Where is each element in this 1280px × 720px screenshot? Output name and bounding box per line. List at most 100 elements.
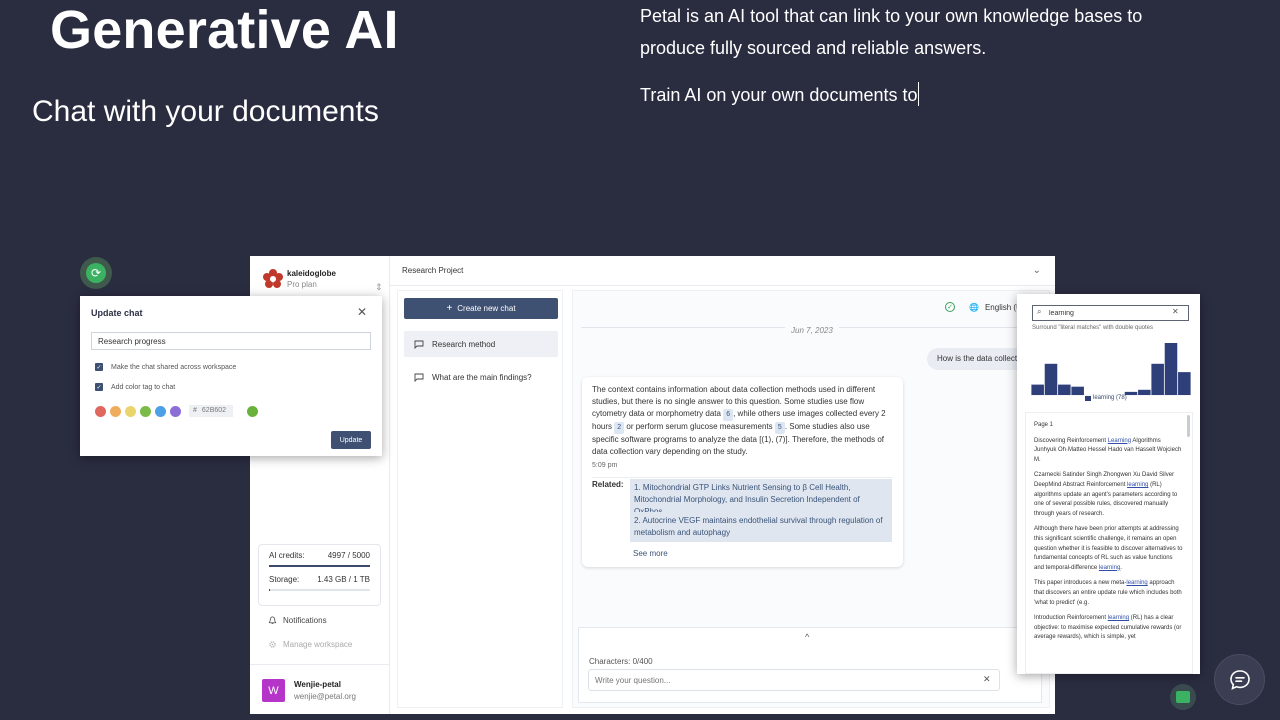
search-result[interactable]: Discovering Reinforcement Learning Algor… bbox=[1034, 437, 1184, 466]
compose-area: ^ Characters: 0/400 ✕ bbox=[578, 627, 1042, 703]
hero-description: Petal is an AI tool that can link to you… bbox=[640, 6, 1143, 58]
refresh-icon: ⟳ bbox=[86, 263, 106, 283]
search-icon: ⌕ bbox=[1037, 307, 1042, 316]
chat-item-main-findings[interactable]: What are the main findings? bbox=[404, 364, 558, 390]
globe-icon: 🌐 bbox=[969, 302, 979, 312]
shared-checkbox-row[interactable]: ✓ Make the chat shared across workspace bbox=[95, 363, 236, 371]
widget-icon bbox=[1176, 691, 1190, 703]
ai-answer: The context contains information about d… bbox=[582, 377, 903, 567]
date-label: Jun 7, 2023 bbox=[785, 326, 839, 335]
character-count: Characters: 0/400 bbox=[589, 657, 653, 666]
result-highlight: learning bbox=[1107, 615, 1130, 622]
credits-bar-fill bbox=[269, 565, 370, 567]
color-swatch[interactable] bbox=[95, 405, 106, 417]
search-result[interactable]: This paper introduces a new meta-learnin… bbox=[1034, 579, 1184, 608]
chevron-up-icon[interactable]: ^ bbox=[805, 632, 809, 642]
hex-value: 62B602 bbox=[201, 407, 227, 414]
chevron-updown-icon: ⇕ bbox=[375, 282, 383, 292]
storage-row: Storage: 1.43 GB / 1 TB bbox=[269, 575, 370, 584]
histogram-bar bbox=[1138, 389, 1151, 395]
hero-subtitle: Chat with your documents bbox=[32, 95, 379, 128]
mini-widget[interactable] bbox=[1170, 684, 1196, 710]
hex-color-input[interactable]: # 62B602 bbox=[189, 405, 233, 417]
match-histogram bbox=[1031, 343, 1191, 396]
citation-badge[interactable]: 6 bbox=[723, 409, 734, 421]
chat-item-label: What are the main findings? bbox=[432, 372, 532, 382]
citation-badge[interactable]: 5 bbox=[774, 422, 785, 434]
refresh-badge[interactable]: ⟳ bbox=[80, 257, 112, 289]
color-swatch[interactable] bbox=[110, 405, 121, 417]
histogram-bar bbox=[1178, 372, 1191, 395]
histogram-bar bbox=[1058, 384, 1071, 395]
chat-bubble-icon bbox=[1229, 669, 1250, 690]
color-swatch[interactable] bbox=[140, 405, 151, 417]
avatar: W bbox=[262, 679, 285, 702]
workspace-plan: Pro plan bbox=[287, 280, 317, 289]
result-highlight: learning bbox=[1126, 580, 1148, 587]
project-selector[interactable]: Research Project ⌄ bbox=[390, 256, 1055, 286]
chat-support-button[interactable] bbox=[1214, 654, 1265, 705]
color-tag-checkbox-row[interactable]: ✓ Add color tag to chat bbox=[95, 383, 175, 391]
update-button[interactable]: Update bbox=[331, 431, 371, 449]
result-highlight: learning bbox=[1098, 564, 1121, 571]
histogram-bar bbox=[1151, 363, 1164, 395]
color-swatch[interactable] bbox=[170, 405, 181, 417]
page-label: Page 1 bbox=[1034, 422, 1054, 428]
search-result[interactable]: Although there have been prior attempts … bbox=[1034, 525, 1184, 573]
color-swatch[interactable] bbox=[155, 405, 166, 417]
user-profile[interactable]: W Wenjie-petal wenjie@petal.org bbox=[250, 664, 390, 714]
legend-label: learning (78) bbox=[1093, 395, 1127, 401]
search-results: Page 1 Discovering Reinforcement Learnin… bbox=[1025, 412, 1193, 674]
checkbox-checked-icon[interactable]: ✓ bbox=[95, 363, 103, 371]
question-input[interactable] bbox=[588, 669, 1000, 691]
update-chat-dialog: Update chat ✕ ✓ Make the chat shared acr… bbox=[80, 296, 382, 456]
chat-item-research-method[interactable]: Research method bbox=[404, 331, 558, 357]
text-caret bbox=[918, 82, 920, 106]
color-swatches: # 62B602 bbox=[95, 405, 258, 417]
credits-label: AI credits: bbox=[269, 551, 305, 560]
create-chat-button[interactable]: + Create new chat bbox=[404, 298, 558, 319]
chevron-down-icon: ⌄ bbox=[1032, 265, 1041, 276]
flower-logo-icon bbox=[263, 269, 283, 288]
answer-text: The context contains information about d… bbox=[592, 384, 893, 458]
histogram-bar bbox=[1044, 363, 1058, 395]
checkbox-checked-icon[interactable]: ✓ bbox=[95, 383, 103, 391]
chat-name-input[interactable] bbox=[91, 332, 371, 350]
search-result[interactable]: Czarnecki Satinder Singh Zhongwen Xu Dav… bbox=[1034, 471, 1184, 519]
hero-typing-line: Train AI on your own documents to bbox=[640, 82, 920, 108]
search-input[interactable] bbox=[1032, 305, 1189, 321]
result-text: . bbox=[1120, 564, 1122, 571]
usage-card: AI credits: 4997 / 5000 Storage: 1.43 GB… bbox=[258, 544, 381, 606]
answer-part: or perform serum glucose measurements bbox=[626, 422, 773, 431]
search-result[interactable]: Introduction Reinforcement learning (RL)… bbox=[1034, 614, 1184, 643]
bell-icon bbox=[268, 616, 277, 625]
clear-search-icon[interactable]: ✕ bbox=[1172, 307, 1179, 316]
shared-checkbox-label: Make the chat shared across workspace bbox=[111, 363, 237, 371]
check-circle-icon: ✓ bbox=[945, 302, 955, 312]
result-text: This paper introduces a new meta- bbox=[1034, 580, 1127, 587]
workspace-switcher[interactable]: kaleidoglobe Pro plan ⇕ bbox=[262, 268, 383, 292]
plus-icon: + bbox=[446, 303, 453, 314]
close-icon[interactable]: ✕ bbox=[357, 305, 367, 319]
answer-timestamp: 5:09 pm bbox=[592, 462, 618, 469]
manage-workspace-link[interactable]: Manage workspace bbox=[268, 640, 352, 649]
scrollbar[interactable] bbox=[1187, 415, 1190, 437]
related-item[interactable]: 2. Autocrine VEGF maintains endothelial … bbox=[630, 512, 892, 542]
workspace-name: kaleidoglobe bbox=[287, 269, 336, 278]
see-more-link[interactable]: See more bbox=[633, 549, 668, 558]
color-tag-checkbox-label: Add color tag to chat bbox=[111, 383, 176, 391]
divider bbox=[592, 477, 893, 478]
notifications-link[interactable]: Notifications bbox=[268, 616, 327, 625]
color-swatch[interactable] bbox=[125, 405, 136, 417]
gear-icon bbox=[269, 641, 276, 648]
credits-row: AI credits: 4997 / 5000 bbox=[269, 551, 370, 560]
storage-value: 1.43 GB / 1 TB bbox=[317, 575, 370, 584]
result-text: Introduction Reinforcement bbox=[1034, 615, 1108, 622]
project-title: Research Project bbox=[402, 266, 464, 275]
citation-badge[interactable]: 2 bbox=[614, 422, 625, 434]
notifications-label: Notifications bbox=[283, 616, 327, 625]
credits-bar bbox=[269, 565, 370, 567]
result-highlight: learning bbox=[1127, 481, 1149, 488]
clear-icon[interactable]: ✕ bbox=[983, 674, 991, 685]
typing-text: Train AI on your own documents to bbox=[640, 85, 918, 105]
